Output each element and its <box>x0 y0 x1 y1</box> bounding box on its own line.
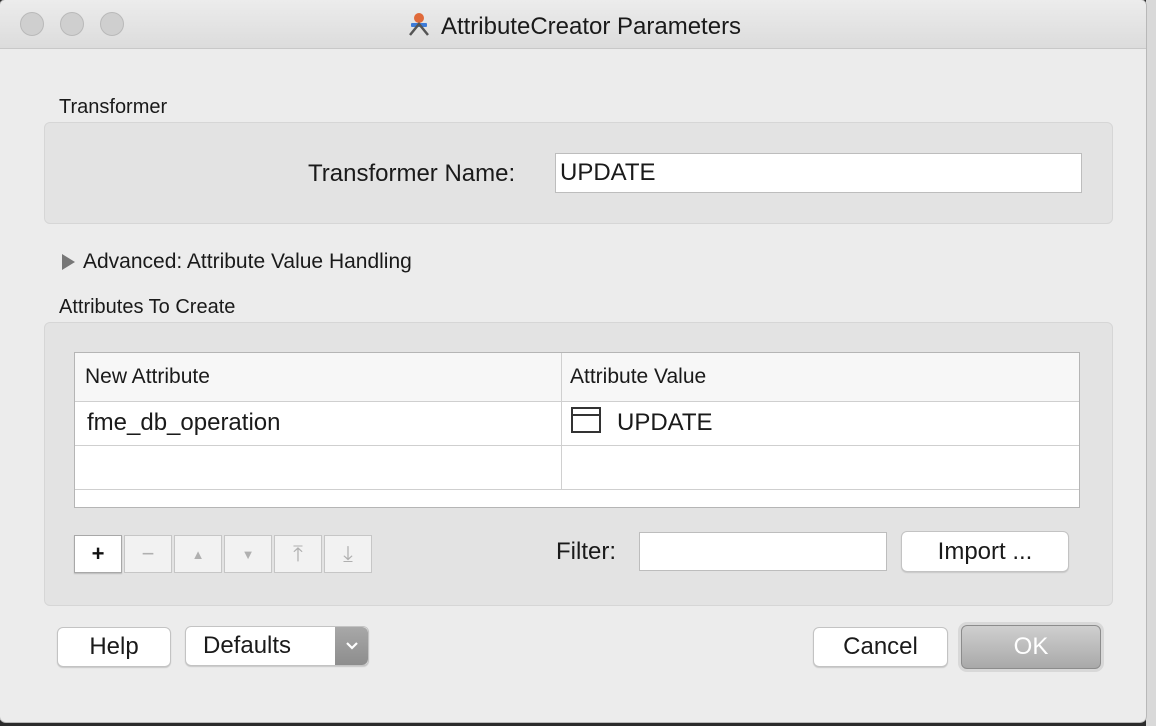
attributes-section-label: Attributes To Create <box>59 296 236 318</box>
column-header-attribute-value[interactable]: Attribute Value <box>570 365 706 389</box>
transformer-name-input[interactable]: UPDATE <box>555 153 1082 193</box>
defaults-select[interactable]: Defaults <box>185 626 369 666</box>
window-title: AttributeCreator Parameters <box>440 13 742 40</box>
background-window-edge <box>1146 0 1156 726</box>
table-row[interactable]: fme_db_operation UPDATE <box>75 401 1079 446</box>
advanced-label: Advanced: Attribute Value Handling <box>83 250 412 273</box>
title-bar[interactable]: AttributeCreator Parameters <box>0 0 1146 49</box>
attributes-table[interactable]: New Attribute Attribute Value fme_db_ope… <box>74 352 1080 508</box>
filter-input[interactable] <box>639 532 887 571</box>
help-button[interactable]: Help <box>57 627 171 667</box>
table-header: New Attribute Attribute Value <box>75 353 1079 402</box>
window-title-area: AttributeCreator Parameters <box>0 10 1146 41</box>
move-to-bottom-button[interactable]: ⤓ <box>324 535 372 573</box>
move-to-top-button[interactable]: ⤒ <box>274 535 322 573</box>
dialog-window: AttributeCreator Parameters Transformer … <box>0 0 1146 722</box>
transformer-icon <box>408 13 429 36</box>
table-row[interactable] <box>75 445 1079 490</box>
column-header-new-attribute[interactable]: New Attribute <box>85 365 210 389</box>
ok-button[interactable]: OK <box>961 625 1101 669</box>
attribute-value-cell[interactable]: UPDATE <box>617 409 713 437</box>
import-button[interactable]: Import ... <box>901 531 1069 572</box>
attribute-name-cell[interactable]: fme_db_operation <box>87 409 280 437</box>
text-value-icon[interactable] <box>571 407 601 433</box>
filter-label: Filter: <box>556 538 616 565</box>
move-up-button[interactable]: ▲ <box>174 535 222 573</box>
transformer-group: Transformer Name: UPDATE <box>44 122 1113 224</box>
chevron-down-icon[interactable] <box>335 627 368 665</box>
advanced-disclosure[interactable]: Advanced: Attribute Value Handling <box>62 250 412 274</box>
remove-row-button[interactable]: − <box>124 535 172 573</box>
disclosure-triangle-icon <box>62 254 75 270</box>
defaults-label: Defaults <box>203 632 292 659</box>
add-row-button[interactable]: + <box>74 535 122 573</box>
cancel-button[interactable]: Cancel <box>813 627 948 667</box>
transformer-name-label: Transformer Name: <box>308 160 516 187</box>
move-down-button[interactable]: ▼ <box>224 535 272 573</box>
transformer-section-label: Transformer <box>59 96 168 118</box>
